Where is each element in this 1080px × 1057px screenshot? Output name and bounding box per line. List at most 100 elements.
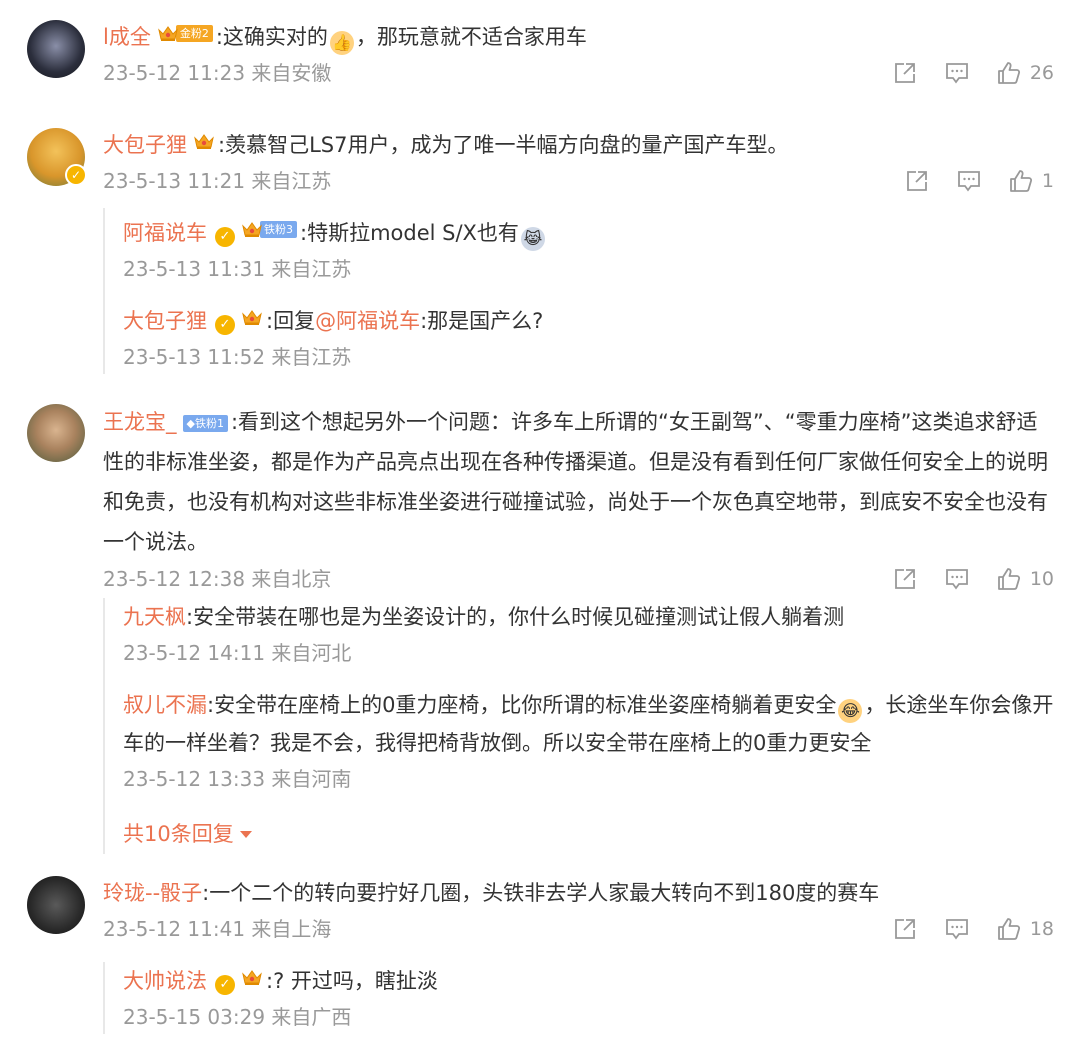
reply: 叔儿不漏:安全带在座椅上的0重力座椅，比你所谓的标准坐姿座椅躺着更安全 😂 ，长途坐… [123, 686, 1054, 794]
comment-body: :看到这个想起另外一个问题：许多车上所谓的“女王副驾”、“零重力座椅”这类追求舒… [103, 410, 1048, 554]
reply: 阿福说车 ✓ 铁粉3:特斯拉model S/X也有 😹 23-5-13 11:31 来… [123, 214, 1054, 284]
reply: 大包子狸 ✓ :回复@阿福说车:那是国产么? 23-5-13 11:52 来自江苏 [123, 302, 1054, 372]
avatar[interactable] [27, 876, 85, 934]
username[interactable]: 大包子狸 [103, 133, 187, 157]
verified-icon: ✓ [65, 164, 87, 186]
reply-list: 阿福说车 ✓ 铁粉3:特斯拉model S/X也有 😹 23-5-13 11:31 来… [103, 208, 1054, 374]
reply-prefix: :回复 [266, 309, 316, 333]
fan-badge[interactable]: 金粉2 [157, 23, 213, 43]
timestamp: 23-5-12 13:33 来自河南 [123, 767, 352, 791]
avatar[interactable]: ✓ [27, 128, 87, 186]
reply-text: 叔儿不漏:安全带在座椅上的0重力座椅，比你所谓的标准坐姿座椅躺着更安全 😂 ，长途坐… [123, 686, 1054, 762]
timestamp: 23-5-13 11:21 来自江苏 [103, 169, 332, 193]
comment-button[interactable] [944, 60, 970, 86]
comment-meta: 23-5-12 11:23 来自安徽 26 [103, 58, 1054, 88]
comment: 王龙宝_ ◆铁粉1:看到这个想起另外一个问题：许多车上所谓的“女王副驾”、“零重力… [0, 398, 1080, 858]
comment-meta: 23-5-12 12:38 来自北京 10 [103, 564, 1054, 594]
action-bar: 18 [866, 914, 1054, 944]
like-count: 10 [1029, 568, 1054, 590]
username[interactable]: 叔儿不漏 [123, 693, 207, 717]
reply-text: 九天枫:安全带装在哪也是为坐姿设计的，你什么时候见碰撞测试让假人躺着测 [123, 598, 1054, 636]
reply-text: 阿福说车 ✓ 铁粉3:特斯拉model S/X也有 😹 [123, 214, 1054, 252]
comment-body-continued: ，那玩意就不适合家用车 [355, 25, 587, 49]
thumbs-up-icon [997, 62, 1020, 84]
verified-icon: ✓ [215, 315, 235, 335]
reply-list: 大帅说法 ✓:? 开过吗，瞎扯淡 23-5-15 03:29 来自广西 [103, 962, 1054, 1034]
reply-text: 大包子狸 ✓ :回复@阿福说车:那是国产么? [123, 302, 1054, 340]
share-button[interactable] [904, 168, 930, 194]
crying-laughing-emoji-icon: 😂 [838, 699, 863, 723]
fan-badge[interactable]: 铁粉3 [241, 219, 297, 239]
like-button[interactable]: 10 [996, 564, 1054, 594]
more-replies-link[interactable]: 共10条回复 [123, 818, 252, 848]
crown-icon [241, 968, 263, 986]
thumbs-up-icon [1010, 170, 1032, 192]
laughing-emoji-icon: 😹 [520, 227, 545, 251]
fan-level-label: 金粉2 [175, 24, 213, 42]
like-count: 18 [1029, 918, 1054, 940]
timestamp: 23-5-15 03:29 来自广西 [123, 1005, 352, 1029]
comment-body: :一个二个的转向要拧好几圈，头铁非去学人家最大转向不到180度的赛车 [202, 881, 880, 905]
thumbs-up-icon [997, 568, 1020, 590]
comment: 玲珑--骰子:一个二个的转向要拧好几圈，头铁非去学人家最大转向不到180度的赛车… [0, 870, 1080, 1050]
share-icon [894, 63, 915, 83]
like-button[interactable]: 26 [996, 58, 1054, 88]
timestamp: 23-5-13 11:31 来自江苏 [123, 257, 352, 281]
comment-icon [945, 569, 968, 590]
action-bar: 1 [878, 166, 1054, 196]
thumbs-up-icon [997, 918, 1020, 940]
crown-icon [241, 220, 263, 238]
diamond-icon: ◆ [186, 417, 195, 430]
username[interactable]: 玲珑--骰子 [103, 881, 202, 905]
like-button[interactable]: 18 [996, 914, 1054, 944]
crown-icon [193, 132, 215, 150]
verified-icon: ✓ [215, 975, 235, 995]
share-button[interactable] [892, 916, 918, 942]
fan-badge[interactable] [241, 967, 263, 987]
like-button[interactable]: 1 [1008, 166, 1054, 196]
like-count: 1 [1041, 170, 1054, 192]
reply: 九天枫:安全带装在哪也是为坐姿设计的，你什么时候见碰撞测试让假人躺着测 23-5… [123, 598, 1054, 668]
comment-meta: 23-5-13 11:21 来自江苏 1 [103, 166, 1054, 196]
comment-icon [958, 171, 980, 192]
comment: l成全 金粉2:这确实对的 👍 ，那玩意就不适合家用车 23-5-12 11:23 来… [0, 14, 1080, 114]
comment: ✓ 大包子狸 :羡慕智己LS7用户，成为了唯一半幅方向盘的量产国产车型。 23-5… [0, 122, 1080, 382]
username[interactable]: 王龙宝_ [103, 410, 177, 434]
like-count: 26 [1029, 62, 1054, 84]
username[interactable]: 九天枫 [123, 605, 186, 629]
share-icon [894, 569, 915, 589]
username[interactable]: l成全 [103, 25, 151, 49]
avatar[interactable] [27, 404, 85, 462]
fan-level-label: ◆铁粉1 [182, 415, 228, 432]
fan-badge[interactable] [193, 131, 215, 151]
comment-icon [945, 919, 968, 940]
comment-button[interactable] [944, 916, 970, 942]
action-bar: 10 [866, 564, 1054, 594]
crown-icon [157, 24, 179, 42]
username[interactable]: 大帅说法 [123, 969, 207, 993]
comment-body: :羡慕智己LS7用户，成为了唯一半幅方向盘的量产国产车型。 [218, 133, 789, 157]
share-icon [894, 919, 915, 939]
avatar[interactable] [27, 20, 85, 78]
share-button[interactable] [892, 60, 918, 86]
comment-meta: 23-5-12 11:41 来自上海 18 [103, 914, 1054, 944]
reply: 大帅说法 ✓:? 开过吗，瞎扯淡 23-5-15 03:29 来自广西 [123, 962, 1054, 1032]
reply-body: :那是国产么? [420, 309, 544, 333]
comment-text: l成全 金粉2:这确实对的 👍 ，那玩意就不适合家用车 [103, 18, 1054, 56]
mention-link[interactable]: @阿福说车 [315, 309, 420, 333]
fan-badge[interactable] [241, 307, 263, 327]
fan-badge[interactable]: ◆铁粉1 [182, 414, 228, 434]
timestamp: 23-5-12 12:38 来自北京 [103, 567, 332, 591]
timestamp: 23-5-13 11:52 来自江苏 [123, 345, 352, 369]
comment-button[interactable] [944, 566, 970, 592]
username[interactable]: 大包子狸 [123, 309, 207, 333]
reply-body: :安全带装在哪也是为坐姿设计的，你什么时候见碰撞测试让假人躺着测 [186, 605, 845, 629]
comment-button[interactable] [956, 168, 982, 194]
comment-text: 王龙宝_ ◆铁粉1:看到这个想起另外一个问题：许多车上所谓的“女王副驾”、“零重力… [103, 402, 1054, 562]
username[interactable]: 阿福说车 [123, 221, 207, 245]
reply-body: :安全带在座椅上的0重力座椅，比你所谓的标准坐姿座椅躺着更安全 [207, 693, 837, 717]
reply-body: :特斯拉model S/X也有 [300, 221, 519, 245]
share-button[interactable] [892, 566, 918, 592]
reply-text: 大帅说法 ✓:? 开过吗，瞎扯淡 [123, 962, 1054, 1000]
verified-icon: ✓ [215, 227, 235, 247]
